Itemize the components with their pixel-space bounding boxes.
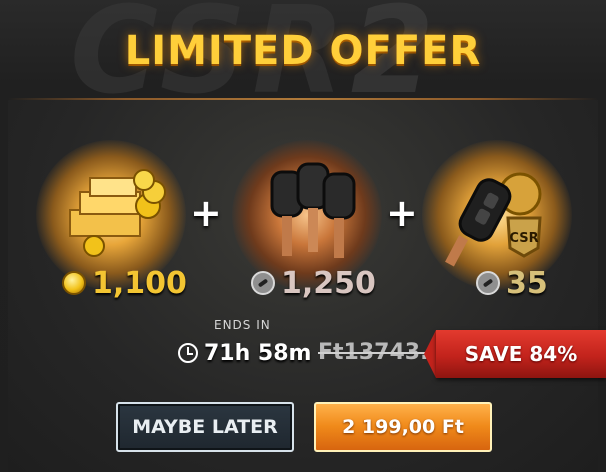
- ribbon-tip: [424, 330, 436, 378]
- plus-sign: +: [190, 191, 222, 235]
- offer-timer: 71h 58m: [178, 336, 311, 370]
- gold-amount: 1,100: [62, 265, 187, 301]
- car-key-amount: 35: [476, 265, 548, 301]
- buy-button[interactable]: 2 199,00 Ft: [314, 402, 492, 452]
- save-ribbon: SAVE 84%: [424, 330, 606, 378]
- timer-value: 71h 58m: [204, 340, 312, 366]
- keys-amount-value: 1,250: [281, 265, 376, 301]
- maybe-later-button[interactable]: MAYBE LATER: [116, 402, 294, 452]
- plus-sign: +: [386, 191, 418, 235]
- gold-coin-icon: [62, 271, 86, 295]
- ends-in-label: ENDS IN: [214, 318, 271, 332]
- clock-icon: [178, 343, 198, 363]
- offer-title: LIMITED OFFER: [124, 28, 482, 74]
- key-badge-icon: [251, 271, 275, 295]
- csr-badge-text: CSR: [509, 231, 538, 246]
- car-key-amount-value: 35: [506, 265, 548, 301]
- offer-header: LIMITED OFFER: [0, 0, 606, 98]
- save-percentage: SAVE 84%: [464, 342, 578, 366]
- offer-panel: CSR2 LIMITED OFFER + + CSR 1,100 1,250 3…: [0, 0, 606, 472]
- old-price: Ft13743.7: [318, 340, 430, 365]
- key-badge-icon: [476, 271, 500, 295]
- gold-amount-value: 1,100: [92, 265, 187, 301]
- keys-amount: 1,250: [251, 265, 376, 301]
